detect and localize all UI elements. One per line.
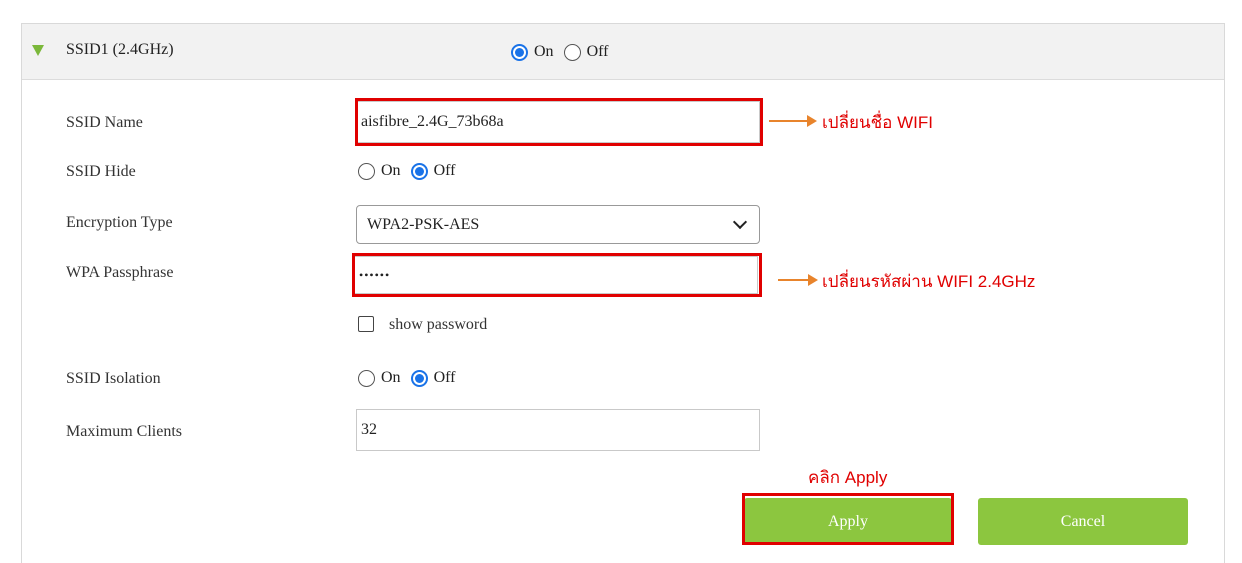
- ssid-isolation-on-radio[interactable]: [358, 369, 375, 387]
- show-password-label: show password: [389, 316, 488, 333]
- change-password-annotation: เปลี่ยนรหัสผ่าน WIFI 2.4GHz: [822, 272, 1036, 291]
- encryption-type-select[interactable]: WPA2-PSK-AES: [356, 205, 760, 244]
- ssid-enable-off-label: Off: [586, 43, 609, 60]
- wpa-passphrase-highlight: [352, 253, 762, 297]
- change-name-annotation: เปลี่ยนชื่อ WIFI: [822, 113, 933, 132]
- passphrase-arrow-icon: [808, 274, 818, 286]
- ssid-name-highlight: [355, 98, 763, 146]
- encryption-type-label: Encryption Type: [66, 214, 173, 231]
- maximum-clients-label: Maximum Clients: [66, 423, 182, 440]
- encryption-type-value: WPA2-PSK-AES: [367, 215, 480, 233]
- passphrase-arrow-line: [778, 279, 810, 281]
- ssid-name-arrow-line: [769, 120, 809, 122]
- ssid-hide-label: SSID Hide: [66, 163, 136, 180]
- ssid-isolation-off-radio[interactable]: [410, 369, 428, 387]
- ssid-hide-radio-group: On Off: [358, 162, 465, 180]
- ssid-enable-on-radio[interactable]: [511, 43, 528, 61]
- ssid-enable-off-radio[interactable]: [563, 43, 581, 61]
- ssid-panel-title: SSID1 (2.4GHz): [66, 41, 174, 58]
- maximum-clients-input[interactable]: 32: [356, 409, 760, 451]
- show-password-checkbox[interactable]: [358, 316, 374, 332]
- ssid-name-label: SSID Name: [66, 114, 143, 131]
- collapse-triangle-icon[interactable]: [32, 45, 44, 56]
- ssid-hide-off-label: Off: [433, 162, 456, 179]
- chevron-down-icon: [732, 214, 748, 230]
- ssid-isolation-label: SSID Isolation: [66, 370, 161, 387]
- ssid-hide-on-label: On: [381, 162, 401, 179]
- wpa-passphrase-label: WPA Passphrase: [66, 264, 174, 281]
- ssid-name-arrow-icon: [807, 115, 817, 127]
- ssid-enable-on-label: On: [534, 43, 554, 60]
- ssid-isolation-radio-group: On Off: [358, 369, 465, 387]
- ssid-isolation-on-label: On: [381, 369, 401, 386]
- cancel-button[interactable]: Cancel: [978, 498, 1188, 545]
- ssid-isolation-off-label: Off: [433, 369, 456, 386]
- click-apply-annotation: คลิก Apply: [808, 468, 888, 487]
- apply-button-highlight: [742, 493, 954, 545]
- ssid-hide-off-radio[interactable]: [410, 162, 428, 180]
- ssid-enable-radio-group: On Off: [511, 43, 618, 61]
- ssid-hide-on-radio[interactable]: [358, 162, 375, 180]
- ssid-panel-header[interactable]: SSID1 (2.4GHz) On Off: [22, 24, 1224, 80]
